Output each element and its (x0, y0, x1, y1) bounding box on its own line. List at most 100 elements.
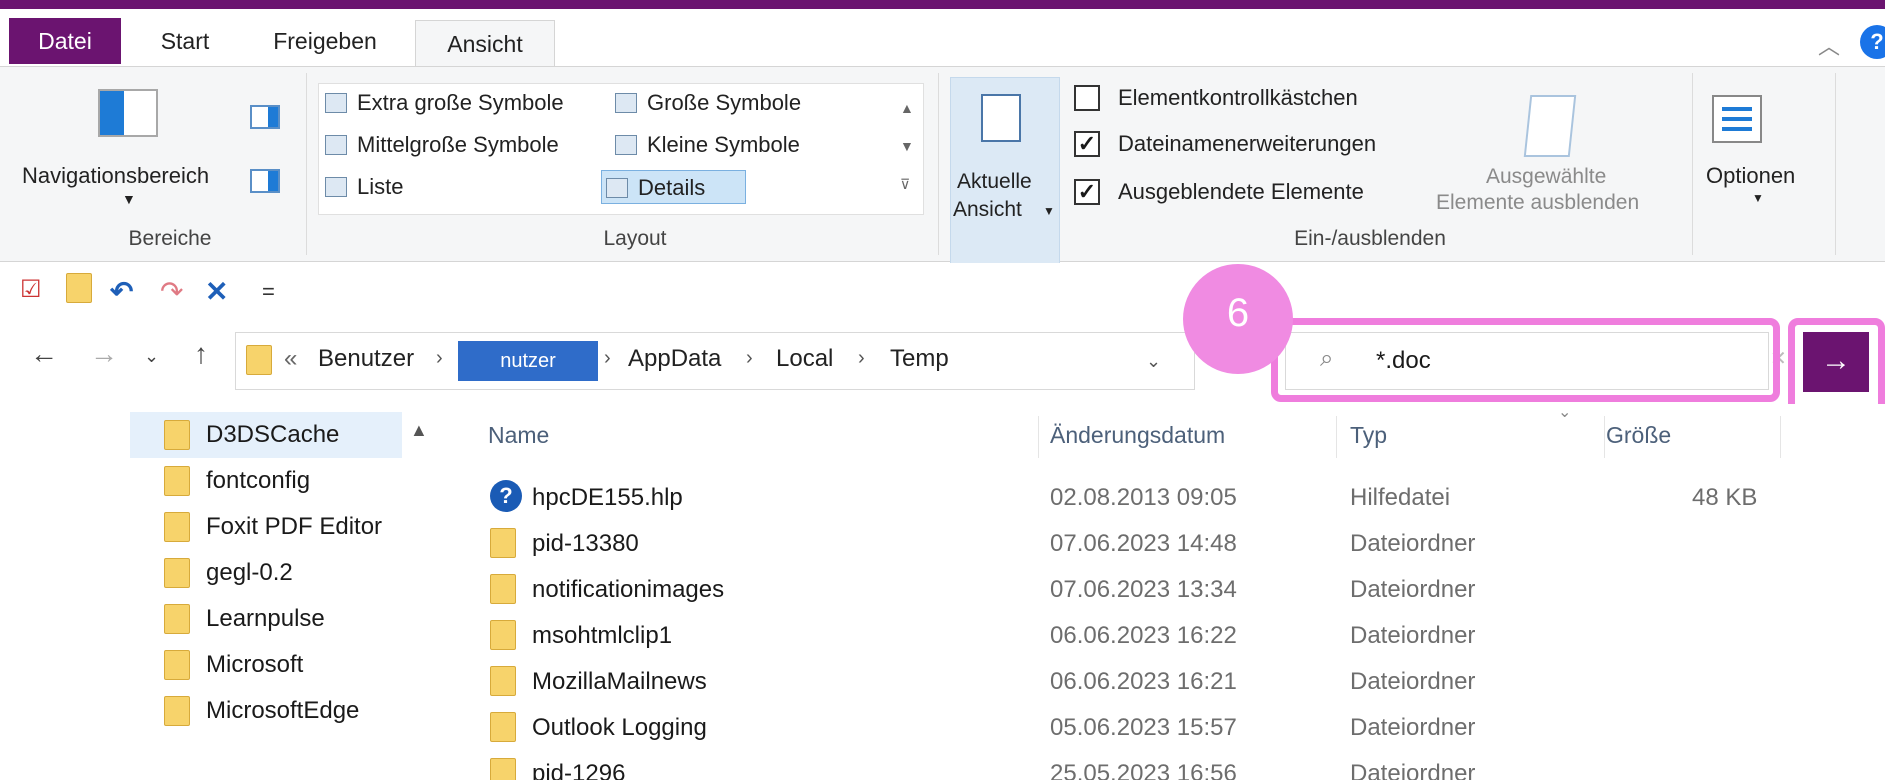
folder-icon (164, 558, 190, 588)
tree-item[interactable]: Foxit PDF Editor (130, 504, 420, 550)
table-row[interactable]: notificationimages 07.06.2023 13:34 Date… (460, 566, 1860, 612)
table-row[interactable]: pid-1296 25.05.2023 16:56 Dateiordner (460, 750, 1860, 780)
recent-locations-icon[interactable]: ⌄ (144, 346, 159, 367)
breadcrumb-temp[interactable]: Temp (890, 345, 949, 373)
file-type: Dateiordner (1350, 530, 1476, 557)
hidden-items-checkbox[interactable]: ✓ (1074, 179, 1100, 205)
table-row[interactable]: pid-13380 07.06.2023 14:48 Dateiordner (460, 520, 1860, 566)
tree-item[interactable]: Microsoft (130, 642, 420, 688)
layout-medium-icons[interactable]: Mittelgroße Symbole (321, 128, 559, 162)
item-checkboxes-checkbox[interactable] (1074, 85, 1100, 111)
column-header-name[interactable]: Name (488, 422, 549, 449)
layout-list[interactable]: Liste (321, 170, 403, 204)
tree-item[interactable]: D3DSCache (130, 412, 402, 458)
layout-details[interactable]: Details (601, 170, 747, 204)
breadcrumb-separator-icon[interactable]: › (604, 347, 611, 370)
title-accent-bar (0, 0, 1885, 9)
file-name: msohtmlclip1 (532, 622, 673, 649)
options-icon[interactable] (1712, 95, 1762, 143)
layout-extra-large-icons[interactable]: Extra große Symbole (321, 86, 564, 120)
tree-item[interactable]: fontconfig (130, 458, 420, 504)
current-view-label-1: Aktuelle (957, 170, 1032, 193)
redo-icon[interactable]: ↷ (160, 275, 183, 308)
properties-icon[interactable]: ☑ (20, 275, 42, 304)
back-icon[interactable]: ← (30, 338, 58, 370)
breadcrumb-local[interactable]: Local (776, 345, 833, 373)
hide-selected-label-1[interactable]: Ausgewählte (1486, 165, 1606, 189)
file-type: Dateiordner (1350, 622, 1476, 649)
folder-icon (164, 420, 190, 450)
help-icon[interactable]: ? (1860, 25, 1885, 59)
breadcrumb-separator-icon[interactable]: › (746, 347, 753, 370)
tree-item[interactable]: Learnpulse (130, 596, 420, 642)
breadcrumb-overflow[interactable]: « (284, 345, 297, 373)
file-date: 05.06.2023 15:57 (1050, 714, 1237, 741)
column-header-type[interactable]: Typ (1350, 422, 1387, 449)
item-checkboxes-label: Elementkontrollkästchen (1118, 85, 1358, 110)
tree-scroll-up-icon[interactable]: ▲ (410, 420, 428, 441)
folder-icon (164, 604, 190, 634)
list-icon (325, 177, 347, 197)
table-row[interactable]: msohtmlclip1 06.06.2023 16:22 Dateiordne… (460, 612, 1860, 658)
column-divider[interactable] (1780, 416, 1781, 458)
step-badge: 6 (1183, 264, 1293, 374)
folder-icon (490, 712, 516, 742)
tree-item[interactable]: MicrosoftEdge (130, 688, 420, 734)
table-row[interactable]: MozillaMailnews 06.06.2023 16:21 Dateior… (460, 658, 1860, 704)
column-divider[interactable] (1336, 416, 1337, 458)
breadcrumb-separator-icon[interactable]: › (436, 347, 443, 370)
tab-start[interactable]: Start (140, 18, 230, 64)
tab-view[interactable]: Ansicht (415, 20, 555, 72)
layout-large-icons[interactable]: Große Symbole (611, 86, 801, 120)
breadcrumb-appdata[interactable]: AppData (628, 345, 721, 373)
navigation-pane-icon[interactable] (98, 89, 158, 137)
file-name: Outlook Logging (532, 714, 707, 741)
file-list: ⌄ Name Änderungsdatum Typ Größe ? hpcDE1… (460, 404, 1885, 780)
group-divider (1692, 73, 1693, 255)
delete-icon[interactable]: ✕ (205, 275, 228, 308)
file-extensions-checkbox[interactable]: ✓ (1074, 131, 1100, 157)
current-view-icon (981, 94, 1021, 142)
collapse-ribbon-icon[interactable]: ︿ (1818, 29, 1840, 61)
table-row[interactable]: ? hpcDE155.hlp 02.08.2013 09:05 Hilfedat… (460, 474, 1860, 520)
file-date: 06.06.2023 16:21 (1050, 668, 1237, 695)
column-header-size[interactable]: Größe (1606, 422, 1671, 449)
file-name: pid-1296 (532, 760, 626, 780)
breadcrumb-nutzer[interactable]: nutzer (458, 341, 598, 381)
file-date: 07.06.2023 13:34 (1050, 576, 1237, 603)
hide-selected-label-2[interactable]: Elemente ausblenden (1436, 191, 1639, 215)
layout-small-icons[interactable]: Kleine Symbole (611, 128, 800, 162)
breadcrumb-separator-icon[interactable]: › (858, 347, 865, 370)
tab-file[interactable]: Datei (9, 18, 121, 64)
current-view-button[interactable]: Aktuelle Ansicht ▼ (950, 77, 1060, 267)
details-pane-icon[interactable] (250, 169, 280, 193)
navigation-pane-button[interactable]: Navigationsbereich (22, 163, 209, 189)
medium-icons-icon (325, 135, 347, 155)
file-name: pid-13380 (532, 530, 639, 557)
column-divider[interactable] (1038, 416, 1039, 458)
customize-toolbar-icon[interactable]: = (262, 279, 275, 305)
search-highlight (1271, 318, 1780, 402)
tree-item[interactable]: gegl-0.2 (130, 550, 420, 596)
address-history-icon[interactable]: ⌄ (1146, 351, 1161, 372)
column-divider[interactable] (1604, 416, 1605, 458)
forward-icon[interactable]: → (90, 338, 118, 370)
options-button[interactable]: Optionen (1706, 163, 1795, 189)
tab-share[interactable]: Freigeben (260, 18, 390, 64)
up-icon[interactable]: ↑ (194, 338, 208, 370)
folder-icon (490, 758, 516, 780)
undo-icon[interactable]: ↶ (110, 275, 133, 308)
group-divider (938, 73, 939, 255)
group-label-show-hide: Ein-/ausblenden (1294, 227, 1446, 250)
table-row[interactable]: Outlook Logging 05.06.2023 15:57 Dateior… (460, 704, 1860, 750)
preview-pane-icon[interactable] (250, 105, 280, 129)
layout-gallery-scroll[interactable]: ▲ ▼ ⊽ (900, 89, 914, 203)
address-bar[interactable]: « Benutzer › nutzer › AppData › Local › … (235, 332, 1195, 390)
folder-icon (66, 273, 92, 303)
options-dropdown-icon[interactable]: ▼ (1752, 191, 1764, 205)
column-header-date[interactable]: Änderungsdatum (1050, 422, 1225, 449)
navigation-pane-dropdown-icon[interactable]: ▼ (122, 191, 136, 207)
file-date: 07.06.2023 14:48 (1050, 530, 1237, 557)
breadcrumb-benutzer[interactable]: Benutzer (318, 345, 414, 373)
folder-icon (164, 466, 190, 496)
